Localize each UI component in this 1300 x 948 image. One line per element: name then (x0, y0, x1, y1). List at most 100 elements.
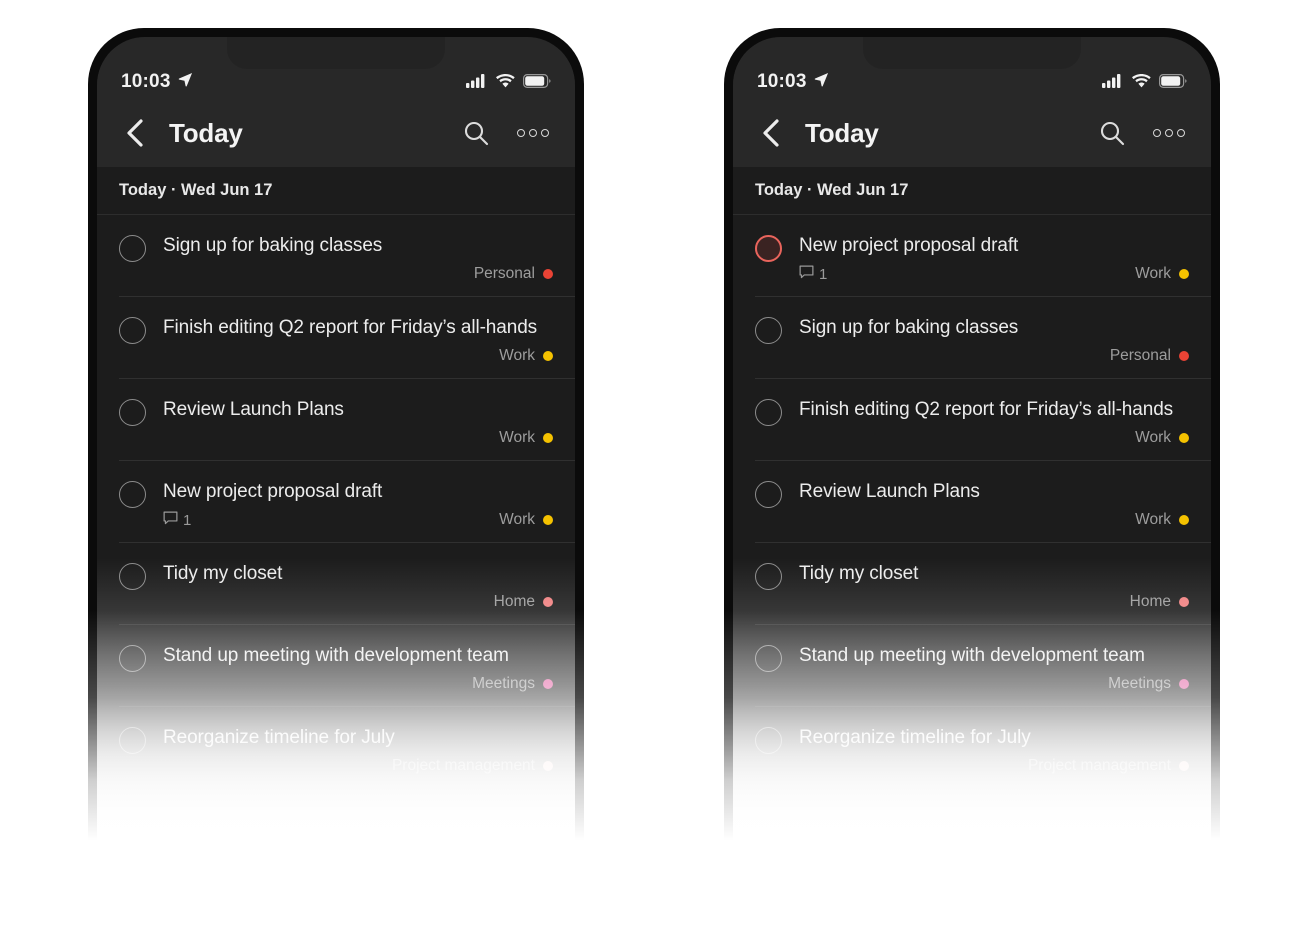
task-checkbox-selected[interactable] (755, 235, 782, 262)
task-project[interactable]: Project management (1028, 757, 1189, 775)
task-row[interactable]: Finish editing Q2 report for Friday’s al… (733, 379, 1211, 461)
task-meta: Work (799, 509, 1189, 531)
task-row[interactable]: Reorganize timeline for July Project mana… (733, 707, 1211, 789)
battery-icon (523, 74, 551, 93)
task-checkbox[interactable] (119, 235, 146, 262)
task-project-color-dot (1179, 679, 1189, 689)
battery-icon (1159, 74, 1187, 93)
task-checkbox[interactable] (119, 481, 146, 508)
task-row[interactable]: Sign up for baking classes Personal (97, 215, 575, 297)
task-checkbox[interactable] (119, 317, 146, 344)
page-title: Today (805, 117, 879, 148)
phone-mockup-after: 10:03 Today Today · Wed Jun 17 New proje… (722, 28, 1222, 860)
task-checkbox[interactable] (755, 317, 782, 344)
task-project[interactable]: Work (499, 347, 553, 365)
task-project-color-dot (1179, 351, 1189, 361)
task-project-label: Project management (391, 757, 535, 774)
more-options-icon[interactable] (517, 129, 549, 137)
task-title: Sign up for baking classes (163, 235, 383, 256)
task-title: Finish editing Q2 report for Friday’s al… (799, 399, 1174, 420)
task-project[interactable]: Meetings (1108, 675, 1189, 693)
more-dot (1153, 129, 1161, 137)
task-comment-count: 1 (163, 511, 191, 530)
task-title: Tidy my closet (799, 563, 919, 584)
task-title: Review Launch Plans (163, 399, 344, 420)
task-checkbox[interactable] (755, 481, 782, 508)
task-row[interactable]: Finish editing Q2 report for Friday’s al… (97, 297, 575, 379)
search-icon[interactable] (1099, 120, 1125, 146)
task-project-label: Personal (1109, 347, 1171, 364)
section-header-today: Today · Wed Jun 17 (97, 167, 575, 215)
task-project[interactable]: Project management (392, 757, 553, 775)
status-bar: 10:03 (733, 37, 1211, 99)
task-project[interactable]: Home (1130, 593, 1189, 611)
task-body: Tidy my closet Home (163, 561, 553, 613)
task-row[interactable]: Stand up meeting with development team Me… (97, 625, 575, 707)
task-title: Reorganize timeline for July (163, 727, 395, 748)
task-project-label: Home (493, 593, 535, 610)
task-meta: Meetings (799, 673, 1189, 695)
task-row[interactable]: Stand up meeting with development team Me… (733, 625, 1211, 707)
status-bar-time: 10:03 (757, 71, 807, 92)
task-meta: Work (163, 345, 553, 367)
task-project[interactable]: Home (494, 593, 553, 611)
task-checkbox[interactable] (755, 399, 782, 426)
task-row[interactable]: Sign up for baking classes Personal (733, 297, 1211, 379)
task-title: New project proposal draft (799, 235, 1019, 256)
task-project[interactable]: Work (1135, 265, 1189, 283)
task-project-color-dot (543, 351, 553, 361)
location-arrow-icon (178, 72, 193, 92)
task-project[interactable]: Meetings (472, 675, 553, 693)
task-project-color-dot (1179, 433, 1189, 443)
task-project[interactable]: Work (499, 429, 553, 447)
task-project[interactable]: Personal (474, 265, 553, 283)
task-title: Reorganize timeline for July (799, 727, 1031, 748)
task-project-label: Meetings (472, 675, 535, 692)
task-checkbox[interactable] (755, 563, 782, 590)
task-row[interactable]: Review Launch Plans Work (97, 379, 575, 461)
task-row[interactable]: Reorganize timeline for July Project mana… (97, 707, 575, 789)
task-body: Reorganize timeline for July Project mana… (163, 725, 553, 777)
task-project-color-dot (543, 679, 553, 689)
wifi-icon (1132, 74, 1151, 93)
task-project[interactable]: Personal (1110, 347, 1189, 365)
status-bar: 10:03 (97, 37, 575, 99)
task-body: Tidy my closet Home (799, 561, 1189, 613)
task-project-color-dot (543, 269, 553, 279)
more-dot (1165, 129, 1173, 137)
task-checkbox[interactable] (119, 563, 146, 590)
task-checkbox[interactable] (119, 645, 146, 672)
task-checkbox[interactable] (755, 727, 782, 754)
task-project-color-dot (1179, 597, 1189, 607)
search-icon[interactable] (463, 120, 489, 146)
task-project-label: Meetings (1108, 675, 1171, 692)
task-meta: Meetings (163, 673, 553, 695)
task-checkbox[interactable] (119, 727, 146, 754)
task-project-color-dot (1179, 515, 1189, 525)
task-row[interactable]: Tidy my closet Home (97, 543, 575, 625)
back-button[interactable] (117, 116, 151, 150)
task-body: Review Launch Plans Work (163, 397, 553, 449)
task-project-label: Work (499, 429, 535, 446)
task-row[interactable]: Review Launch Plans Work (733, 461, 1211, 543)
task-row[interactable]: New project proposal draft 1 Work (733, 215, 1211, 297)
task-checkbox[interactable] (755, 645, 782, 672)
cellular-signal-icon (466, 74, 488, 93)
more-options-icon[interactable] (1153, 129, 1185, 137)
task-project[interactable]: Work (499, 511, 553, 529)
task-title: Review Launch Plans (799, 481, 980, 502)
phone-mockup-before: 10:03 Today Today · Wed Jun 17 Sign up f… (86, 28, 586, 860)
task-row[interactable]: New project proposal draft 1 Work (97, 461, 575, 543)
task-body: Finish editing Q2 report for Friday’s al… (799, 397, 1189, 449)
task-project-label: Home (1129, 593, 1171, 610)
comment-count-value: 1 (819, 265, 828, 283)
task-title: Stand up meeting with development team (799, 645, 1145, 666)
back-button[interactable] (753, 116, 787, 150)
task-project[interactable]: Work (1135, 511, 1189, 529)
page-title: Today (169, 117, 243, 148)
task-meta: 1 Work (799, 263, 1189, 285)
task-project[interactable]: Work (1135, 429, 1189, 447)
task-row[interactable]: Tidy my closet Home (733, 543, 1211, 625)
more-dot (1177, 129, 1185, 137)
task-checkbox[interactable] (119, 399, 146, 426)
